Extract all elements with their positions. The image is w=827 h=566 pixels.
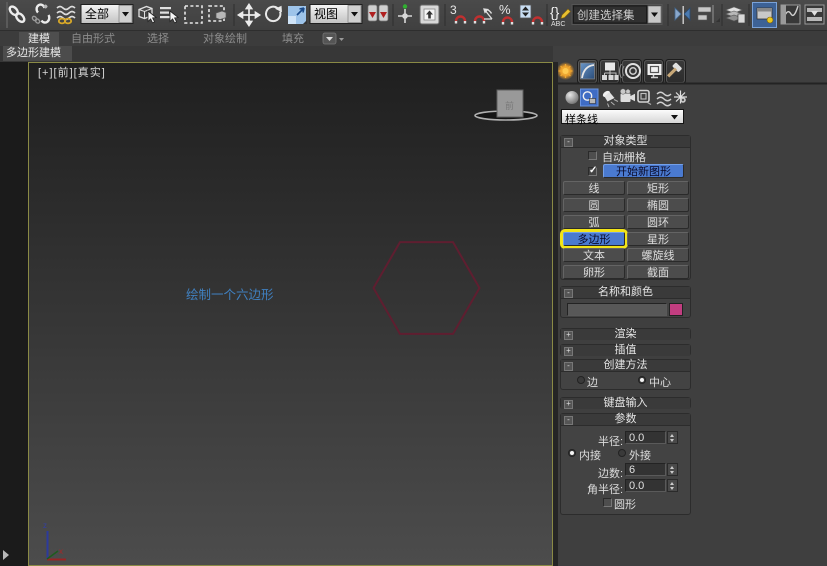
svg-text:全部: 全部 <box>85 6 109 21</box>
svg-text:{}: {} <box>550 4 560 20</box>
svg-text:3: 3 <box>450 3 457 17</box>
svg-text:创建选择集: 创建选择集 <box>577 8 635 22</box>
svg-text:z: z <box>43 521 47 530</box>
svg-text:视图: 视图 <box>314 6 338 21</box>
svg-text:x: x <box>59 547 63 556</box>
svg-text:ABC: ABC <box>551 21 565 28</box>
svg-text:前: 前 <box>505 100 514 111</box>
svg-text:%: % <box>499 2 511 17</box>
